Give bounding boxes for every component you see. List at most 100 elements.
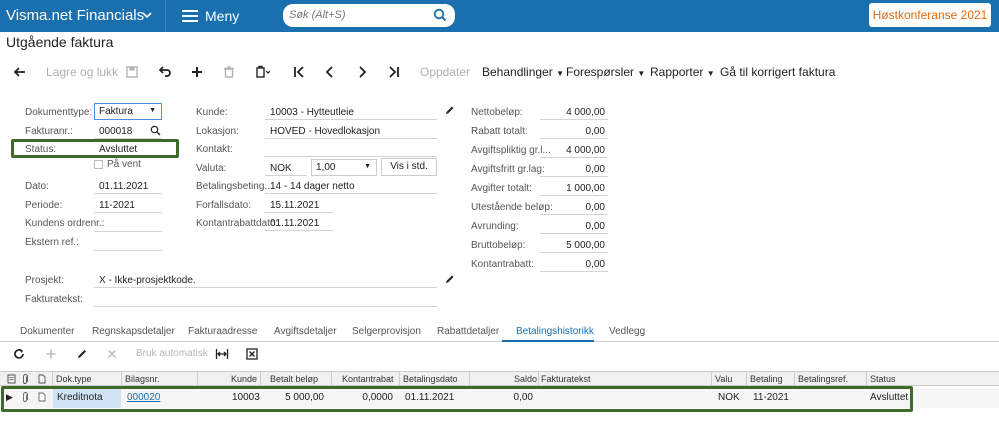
location-label: Lokasjon: [196, 126, 239, 137]
customer-order-field[interactable] [94, 231, 162, 232]
total-label: Nettobeløp: [471, 107, 523, 118]
total-value: 0,00 [585, 221, 605, 232]
col-balance[interactable]: Saldo [514, 374, 537, 384]
exchange-rate-select[interactable]: 1,00 ▼ [311, 159, 377, 176]
invoice-no-value[interactable]: 000018 [99, 126, 132, 137]
column-separator [52, 372, 53, 385]
tab-salesperson-commission[interactable]: Selgerprovisjon [352, 326, 421, 337]
caret-down-icon: ▼ [637, 69, 646, 78]
copy-paste-icon[interactable] [254, 64, 271, 80]
col-payment[interactable]: Betaling [750, 374, 783, 384]
date-underline [94, 193, 162, 194]
search-input[interactable] [289, 7, 429, 23]
column-separator [866, 372, 867, 385]
export-excel-icon[interactable] [246, 348, 258, 363]
edit-pencil-icon[interactable] [76, 348, 88, 363]
previous-record-icon[interactable] [322, 64, 338, 80]
grid-header: Dok.type Bilagsnr. Kunde Betalt beløp Ko… [0, 371, 999, 386]
due-date-value[interactable]: 15.11.2021 [270, 200, 319, 211]
on-hold-checkbox[interactable] [94, 160, 103, 169]
back-arrow-icon[interactable] [12, 64, 28, 80]
edit-pencil-icon[interactable] [444, 274, 455, 288]
col-invoice-text[interactable]: Fakturatekst [541, 374, 591, 384]
col-customer[interactable]: Kunde [231, 374, 257, 384]
contact-label: Kontakt: [196, 144, 233, 155]
hamburger-menu-icon[interactable] [182, 10, 198, 22]
last-record-icon[interactable] [386, 64, 402, 80]
total-label: Bruttobeløp: [471, 240, 526, 251]
brand-title[interactable]: Visma.net Financials [6, 7, 144, 24]
total-underline [540, 195, 608, 196]
col-payment-date[interactable]: Betalingsdato [403, 374, 467, 384]
col-paid-amount[interactable]: Betalt beløp [270, 374, 318, 384]
delete-row-icon[interactable] [106, 348, 118, 363]
location-value[interactable]: HOVED - Hovedlokasjon [270, 126, 380, 137]
tab-discount-details[interactable]: Rabattdetaljer [437, 326, 499, 337]
edit-pencil-icon[interactable] [444, 105, 455, 119]
auto-apply-button[interactable]: Bruk automatisk [136, 348, 208, 359]
add-row-icon[interactable] [45, 348, 57, 363]
save-and-close-button[interactable]: Lagre og lukk [46, 65, 118, 79]
column-separator [399, 372, 400, 385]
col-doc-type[interactable]: Dok.type [56, 374, 92, 384]
search-box[interactable] [283, 4, 455, 27]
col-ref-no[interactable]: Bilagsnr. [125, 374, 160, 384]
project-value[interactable]: X - Ikke-prosjektkode. [99, 275, 196, 286]
on-hold-label: På vent [107, 159, 141, 170]
cash-discount-date-value[interactable]: 01.11.2021 [270, 218, 319, 229]
goto-corrected-invoice-button[interactable]: Gå til korrigert faktura [720, 65, 835, 79]
column-separator [331, 372, 332, 385]
cash-discount-date-underline [265, 230, 333, 231]
column-separator [711, 372, 712, 385]
tab-documents[interactable]: Dokumenter [20, 326, 74, 337]
view-in-std-button[interactable]: Vis i std. [381, 158, 437, 176]
period-value[interactable]: 11-2021 [99, 200, 135, 211]
next-record-icon[interactable] [354, 64, 370, 80]
top-bar: Visma.net Financials Meny Høstkonferanse… [0, 0, 999, 32]
search-icon[interactable] [150, 125, 161, 139]
fit-columns-icon[interactable] [215, 348, 229, 363]
currency-label: Valuta: [196, 163, 227, 174]
project-underline [94, 287, 437, 288]
reports-menu[interactable]: Rapporter ▼ [650, 65, 715, 79]
delete-icon[interactable] [221, 64, 237, 80]
payment-terms-value[interactable]: 14 - 14 dager netto [270, 181, 355, 192]
inquiries-menu[interactable]: Forespørsler ▼ [566, 65, 645, 79]
chevron-down-icon[interactable] [142, 9, 152, 23]
add-icon[interactable] [189, 64, 205, 80]
invoice-text-field[interactable] [94, 306, 437, 307]
col-currency[interactable]: Valu [715, 374, 732, 384]
contact-field[interactable] [265, 156, 437, 157]
inquiries-menu-label: Forespørsler [566, 65, 635, 79]
col-cash-discount[interactable]: Kontantrabat [342, 374, 394, 384]
tab-attachments[interactable]: Vedlegg [609, 326, 645, 337]
total-label: Rabatt totalt: [471, 126, 528, 137]
tab-invoice-address[interactable]: Fakturaadresse [188, 326, 257, 337]
date-value[interactable]: 01.11.2021 [99, 181, 148, 192]
tab-tax-details[interactable]: Avgiftsdetaljer [274, 326, 337, 337]
total-underline [540, 119, 608, 120]
refresh-icon[interactable] [13, 348, 25, 363]
undo-icon[interactable] [157, 64, 173, 80]
tab-payment-history[interactable]: Betalingshistorikk [516, 326, 594, 337]
doc-type-select[interactable]: Faktura ▼ [94, 103, 162, 120]
external-ref-field[interactable] [94, 250, 162, 251]
actions-menu[interactable]: Behandlinger ▼ [482, 65, 564, 79]
update-button[interactable]: Oppdater [420, 65, 470, 79]
tab-accounting-details[interactable]: Regnskapsdetaljer [92, 326, 175, 337]
active-tab-indicator [502, 340, 594, 342]
search-icon[interactable] [433, 8, 447, 22]
customer-value[interactable]: 10003 - Hytteutleie [270, 107, 354, 118]
customer-underline [265, 119, 437, 120]
conference-button[interactable]: Høstkonferanse 2021 [869, 3, 991, 27]
save-icon[interactable] [124, 64, 140, 80]
external-ref-label: Ekstern ref.: [25, 237, 79, 248]
total-value: 5 000,00 [566, 240, 605, 251]
col-status[interactable]: Status [870, 374, 896, 384]
caret-down-icon: ▼ [149, 107, 156, 114]
currency-value[interactable]: NOK [270, 163, 292, 174]
status-value: Avsluttet [99, 144, 138, 155]
menu-button[interactable]: Meny [205, 8, 239, 24]
first-record-icon[interactable] [291, 64, 307, 80]
col-payment-ref[interactable]: Betalingsref. [798, 374, 848, 384]
